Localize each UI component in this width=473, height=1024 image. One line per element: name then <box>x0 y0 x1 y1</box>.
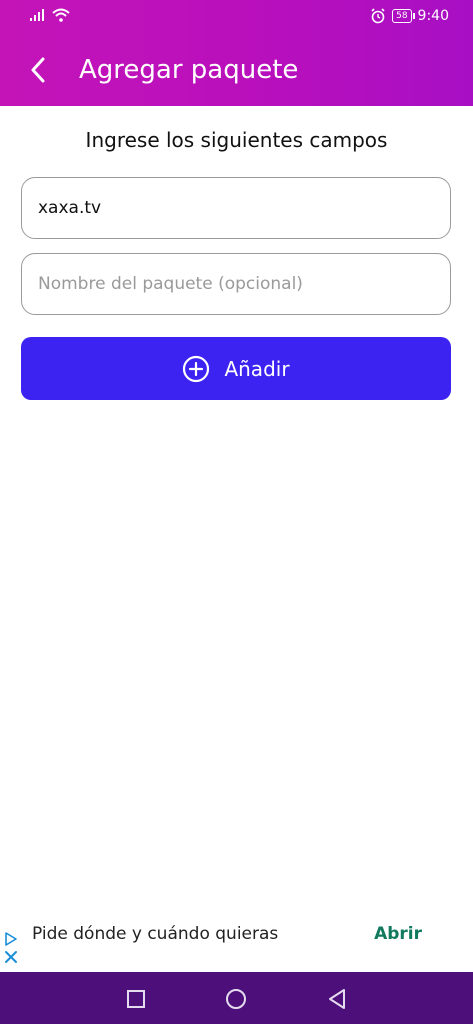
close-icon[interactable] <box>4 950 18 964</box>
form-instruction: Ingrese los siguientes campos <box>85 128 388 152</box>
page-title: Agregar paquete <box>79 55 299 85</box>
add-button[interactable]: Añadir <box>21 337 451 400</box>
ad-text: Pide dónde y cuándo quieras <box>32 924 279 944</box>
triangle-back-icon[interactable] <box>325 987 349 1011</box>
ad-open-button[interactable]: Abrir <box>374 924 422 944</box>
signal-icon <box>30 9 44 21</box>
status-time: 9:40 <box>417 8 449 24</box>
ad-banner[interactable]: Pide dónde y cuándo quieras Abrir <box>0 920 473 972</box>
add-button-label: Añadir <box>224 356 290 381</box>
back-button[interactable] <box>20 52 56 88</box>
status-bar: 58 9:40 <box>0 0 473 34</box>
status-right: 58 9:40 <box>370 8 449 24</box>
alarm-icon <box>371 8 385 24</box>
url-input[interactable] <box>36 197 436 219</box>
wifi-icon <box>52 8 70 22</box>
circle-icon[interactable] <box>224 987 248 1011</box>
url-field[interactable] <box>21 177 451 239</box>
square-icon[interactable] <box>124 987 148 1011</box>
ad-choices-icon[interactable] <box>4 932 18 946</box>
chevron-left-icon <box>31 57 45 83</box>
battery-icon: 58 <box>392 9 416 23</box>
status-left <box>30 8 70 22</box>
plus-circle-icon <box>183 355 210 382</box>
system-nav-bar <box>0 972 473 1024</box>
app-bar: Agregar paquete <box>0 34 473 106</box>
package-name-input[interactable] <box>36 273 436 295</box>
package-name-field[interactable] <box>21 253 451 315</box>
